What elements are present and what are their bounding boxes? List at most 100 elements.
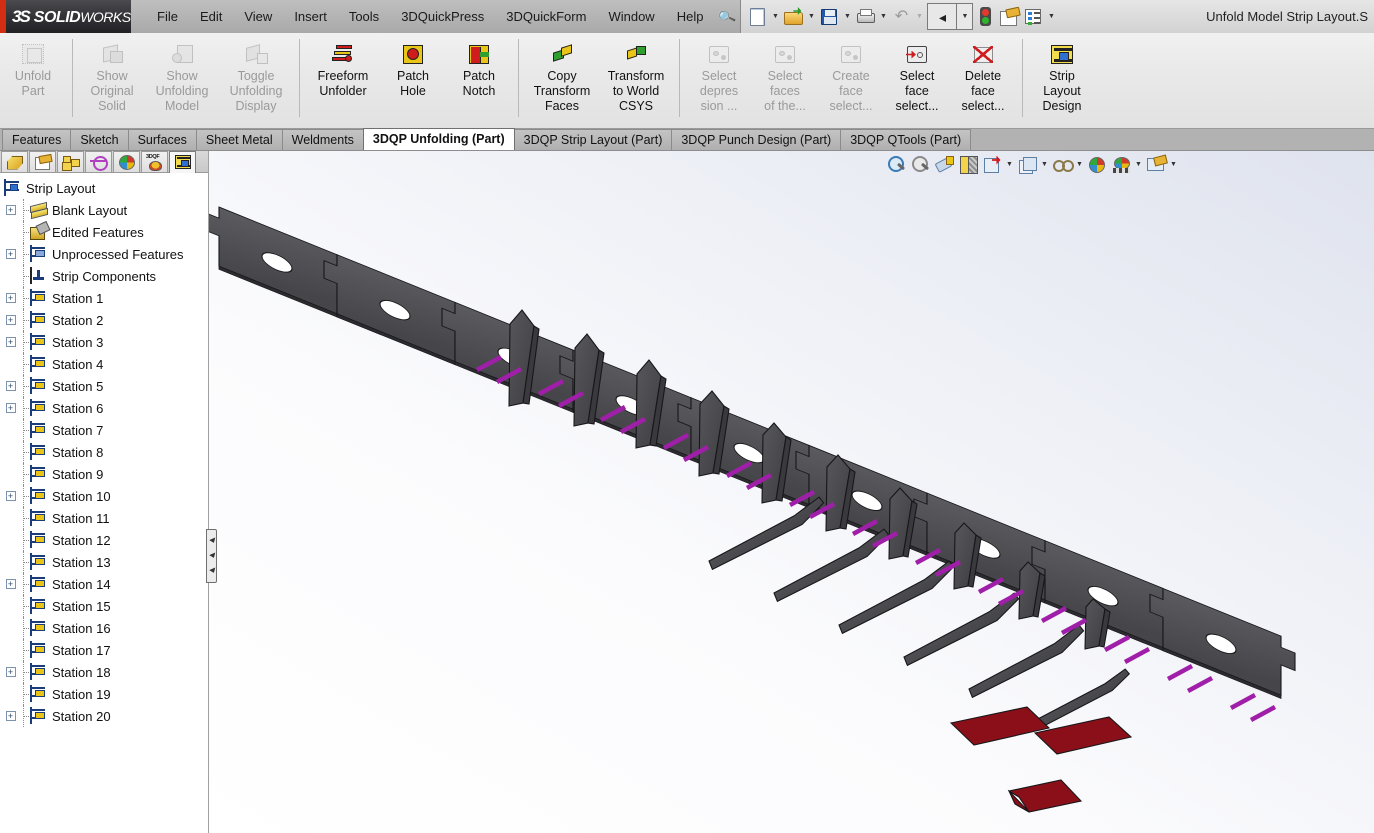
tree-item-station-18[interactable]: + Station 18 xyxy=(0,661,208,683)
new-document-dropdown-icon[interactable]: ▼ xyxy=(769,4,781,30)
tree-item-station-7[interactable]: Station 7 xyxy=(0,419,208,441)
tree-item-unprocessed-features[interactable]: + Unprocessed Features xyxy=(0,243,208,265)
select-depression-button[interactable]: Select depres sion ... xyxy=(686,39,752,116)
expand-toggle[interactable]: + xyxy=(4,375,17,397)
print-dropdown-icon[interactable]: ▼ xyxy=(877,4,889,30)
expand-toggle[interactable]: + xyxy=(4,199,17,221)
delete-face-selection-button[interactable]: Delete face select... xyxy=(950,39,1016,116)
3dquickform-tab[interactable] xyxy=(141,151,168,172)
show-unfolding-model-button[interactable]: Show Unfolding Model xyxy=(145,39,219,116)
view-settings-dropdown-icon[interactable]: ▼ xyxy=(1168,153,1179,177)
tree-item-station-13[interactable]: Station 13 xyxy=(0,551,208,573)
select-faces-of-the-button[interactable]: Select faces of the... xyxy=(752,39,818,116)
menu-item-view[interactable]: View xyxy=(233,0,283,33)
menu-item-tools[interactable]: Tools xyxy=(338,0,390,33)
tree-item-station-19[interactable]: Station 19 xyxy=(0,683,208,705)
patch-notch-button[interactable]: Patch Notch xyxy=(446,39,512,101)
tree-item-station-8[interactable]: Station 8 xyxy=(0,441,208,463)
solidworks-logo[interactable]: 3S SOLIDWORKS xyxy=(0,0,131,33)
configuration-manager-tab[interactable] xyxy=(57,151,84,172)
tree-item-station-9[interactable]: Station 9 xyxy=(0,463,208,485)
open-document-dropdown-icon[interactable]: ▼ xyxy=(805,4,817,30)
menu-item-3dquickform[interactable]: 3DQuickForm xyxy=(495,0,597,33)
view-orientation-dropdown-icon[interactable]: ▼ xyxy=(1004,153,1015,177)
tree-item-station-6[interactable]: + Station 6 xyxy=(0,397,208,419)
menu-item-help[interactable]: Help xyxy=(666,0,715,33)
transform-to-world-csys-button[interactable]: Transform to World CSYS xyxy=(599,39,673,116)
select-cursor-icon[interactable]: ◂ xyxy=(927,3,958,30)
tab-surfaces[interactable]: Surfaces xyxy=(127,129,197,150)
tree-item-station-15[interactable]: Station 15 xyxy=(0,595,208,617)
undo-icon[interactable]: ↶ xyxy=(889,4,913,30)
tree-item-station-2[interactable]: + Station 2 xyxy=(0,309,208,331)
hide-show-items-icon[interactable] xyxy=(1050,153,1074,177)
tree-item-strip-layout[interactable]: Strip Layout xyxy=(0,177,208,199)
feature-manager-tab[interactable] xyxy=(1,151,28,172)
options-list-icon[interactable] xyxy=(1021,4,1045,30)
show-original-solid-button[interactable]: Show Original Solid xyxy=(79,39,145,116)
dimxpert-manager-tab[interactable] xyxy=(85,151,112,172)
expand-toggle[interactable]: + xyxy=(4,243,17,265)
freeform-unfolder-button[interactable]: Freeform Unfolder xyxy=(306,39,380,101)
tab-3dqp-punch-design[interactable]: 3DQP Punch Design (Part) xyxy=(671,129,842,150)
tab-3dqp-strip-layout[interactable]: 3DQP Strip Layout (Part) xyxy=(513,129,673,150)
section-view-icon[interactable] xyxy=(956,153,980,177)
pin-icon[interactable]: 🔍 xyxy=(714,0,740,33)
display-style-dropdown-icon[interactable]: ▼ xyxy=(1039,153,1050,177)
tree-item-station-5[interactable]: + Station 5 xyxy=(0,375,208,397)
rotate-view-icon[interactable] xyxy=(932,153,956,177)
expand-toggle[interactable]: + xyxy=(4,705,17,727)
tree-item-strip-components[interactable]: Strip Components xyxy=(0,265,208,287)
unfold-part-button[interactable]: Unfold Part xyxy=(0,39,66,101)
expand-toggle[interactable]: + xyxy=(4,661,17,683)
select-face-selection-button[interactable]: Select face select... xyxy=(884,39,950,116)
tree-item-station-16[interactable]: Station 16 xyxy=(0,617,208,639)
tree-item-station-4[interactable]: Station 4 xyxy=(0,353,208,375)
patch-hole-button[interactable]: Patch Hole xyxy=(380,39,446,101)
scene-settings-icon[interactable] xyxy=(1109,153,1133,177)
expand-toggle[interactable]: + xyxy=(4,287,17,309)
strip-layout-3d-model[interactable] xyxy=(209,151,1374,833)
options-notes-icon[interactable] xyxy=(997,4,1021,30)
tree-item-station-12[interactable]: Station 12 xyxy=(0,529,208,551)
options-dropdown-icon[interactable]: ▼ xyxy=(1045,4,1057,30)
tab-sheet-metal[interactable]: Sheet Metal xyxy=(195,129,283,150)
new-document-icon[interactable] xyxy=(745,4,769,30)
zoom-to-fit-icon[interactable] xyxy=(884,153,908,177)
tab-sketch[interactable]: Sketch xyxy=(70,129,129,150)
view-orientation-icon[interactable] xyxy=(980,153,1004,177)
expand-toggle[interactable]: + xyxy=(4,485,17,507)
create-face-selection-button[interactable]: Create face select... xyxy=(818,39,884,116)
copy-transform-faces-button[interactable]: Copy Transform Faces xyxy=(525,39,599,116)
expand-toggle[interactable]: + xyxy=(4,331,17,353)
expand-toggle[interactable]: + xyxy=(4,397,17,419)
select-dropdown-icon[interactable]: ▼ xyxy=(957,3,974,30)
view-settings-icon[interactable] xyxy=(1144,153,1168,177)
tab-3dqp-unfolding[interactable]: 3DQP Unfolding (Part) xyxy=(362,128,515,150)
graphics-viewport[interactable]: ▼ ▼ ▼ ▼ ▼ xyxy=(209,151,1374,833)
menu-item-file[interactable]: File xyxy=(146,0,189,33)
expand-toggle[interactable]: + xyxy=(4,309,17,331)
strip-layout-tab[interactable] xyxy=(169,150,196,173)
rebuild-status-icon[interactable] xyxy=(973,4,997,30)
hide-show-dropdown-icon[interactable]: ▼ xyxy=(1074,153,1085,177)
menu-item-edit[interactable]: Edit xyxy=(189,0,233,33)
tab-features[interactable]: Features xyxy=(2,129,72,150)
save-dropdown-icon[interactable]: ▼ xyxy=(841,4,853,30)
print-icon[interactable] xyxy=(853,4,877,30)
zoom-to-area-icon[interactable] xyxy=(908,153,932,177)
tree-item-station-1[interactable]: + Station 1 xyxy=(0,287,208,309)
scene-dropdown-icon[interactable]: ▼ xyxy=(1133,153,1144,177)
tree-item-station-11[interactable]: Station 11 xyxy=(0,507,208,529)
tab-3dqp-qtools[interactable]: 3DQP QTools (Part) xyxy=(840,129,972,150)
save-icon[interactable] xyxy=(817,4,841,30)
expand-toggle[interactable]: + xyxy=(4,573,17,595)
tree-item-station-10[interactable]: + Station 10 xyxy=(0,485,208,507)
open-document-icon[interactable] xyxy=(781,4,805,30)
menu-item-3dquickpress[interactable]: 3DQuickPress xyxy=(390,0,495,33)
tab-weldments[interactable]: Weldments xyxy=(281,129,364,150)
tree-item-station-14[interactable]: + Station 14 xyxy=(0,573,208,595)
menu-item-insert[interactable]: Insert xyxy=(283,0,338,33)
toggle-unfolding-display-button[interactable]: Toggle Unfolding Display xyxy=(219,39,293,116)
display-manager-tab[interactable] xyxy=(113,151,140,172)
